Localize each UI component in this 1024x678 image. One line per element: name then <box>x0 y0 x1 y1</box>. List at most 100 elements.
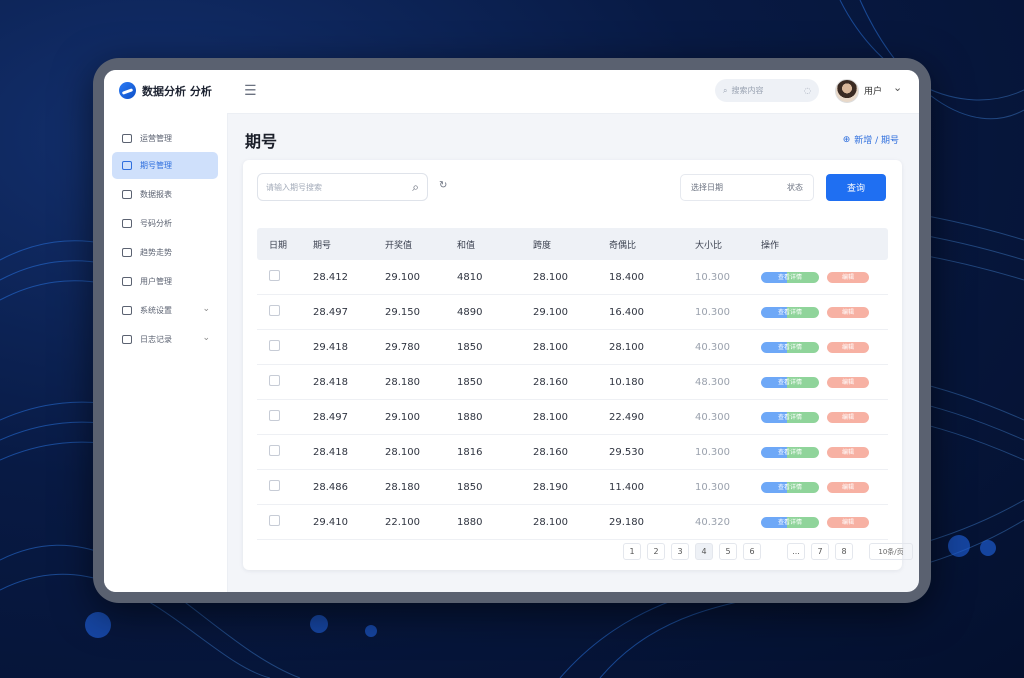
row-actions: 查看详情 编辑 <box>761 446 888 458</box>
app-logo[interactable]: 数据分析 分析 <box>119 82 212 99</box>
table-cell: 29.100 <box>385 271 420 283</box>
column-header[interactable]: 期号 <box>313 238 385 251</box>
add-issue-link[interactable]: ⊕ 新增 / 期号 <box>843 133 899 147</box>
query-button[interactable]: 查询 <box>826 174 886 201</box>
page-button[interactable]: 1 <box>623 543 641 560</box>
table-row[interactable]: 28.418 28.100 1816 28.160 29.530 10.300 查看详情 编辑 <box>257 435 888 470</box>
edit-tag[interactable]: 编辑 <box>827 481 869 493</box>
table-cell: 28.497 <box>313 306 348 318</box>
table-cell: 1880 <box>457 516 483 528</box>
status-filter[interactable]: 状态 <box>787 182 803 193</box>
add-issue-label: 新增 / 期号 <box>854 136 899 146</box>
edit-tag[interactable]: 编辑 <box>827 306 869 318</box>
row-checkbox[interactable] <box>269 340 280 351</box>
table-cell: 1850 <box>457 376 483 388</box>
table-cell: 29.100 <box>533 306 568 318</box>
sidebar-item-3[interactable]: 号码分析 <box>112 210 218 237</box>
table-cell: 1880 <box>457 411 483 423</box>
page-button-current[interactable]: 4 <box>695 543 713 560</box>
filter-select[interactable]: 选择日期 状态 <box>680 174 814 201</box>
table-header: 日期 期号 开奖值 和值 跨度 奇偶比 大小比 操作 <box>257 228 888 260</box>
table-row[interactable]: 28.486 28.180 1850 28.190 11.400 10.300 查看详情 编辑 <box>257 470 888 505</box>
edit-tag[interactable]: 编辑 <box>827 271 869 283</box>
sidebar-item-5[interactable]: 用户管理 <box>112 268 218 295</box>
view-details-tag[interactable]: 查看详情 <box>761 516 819 528</box>
global-search-input[interactable]: ⌕ 搜索内容 ◌ <box>715 79 819 102</box>
page-button[interactable]: 8 <box>835 543 853 560</box>
bell-icon[interactable]: ◌ <box>804 86 811 95</box>
table-row[interactable]: 29.418 29.780 1850 28.100 28.100 40.300 查看详情 编辑 <box>257 330 888 365</box>
edit-tag[interactable]: 编辑 <box>827 516 869 528</box>
row-checkbox[interactable] <box>269 515 280 526</box>
sidebar-item-1[interactable]: 期号管理 <box>112 152 218 179</box>
table-cell: 28.180 <box>385 376 420 388</box>
sidebar-item-label: 运营管理 <box>140 134 172 143</box>
page-button[interactable]: 6 <box>743 543 761 560</box>
table-row[interactable]: 29.410 22.100 1880 28.100 29.180 40.320 查看详情 编辑 <box>257 505 888 540</box>
view-details-tag[interactable]: 查看详情 <box>761 271 819 283</box>
chevron-down-icon: ⌄ <box>202 333 210 343</box>
table-cell: 11.400 <box>609 481 644 493</box>
date-filter[interactable]: 选择日期 <box>691 182 723 193</box>
sidebar-item-label: 数据报表 <box>140 190 172 199</box>
edit-tag[interactable]: 编辑 <box>827 446 869 458</box>
app-title: 数据分析 分析 <box>142 84 212 98</box>
table-cell: 10.300 <box>695 271 730 283</box>
refresh-icon[interactable]: ↻ <box>439 180 447 191</box>
sidebar-item-2[interactable]: 数据报表 <box>112 181 218 208</box>
column-header[interactable]: 和值 <box>457 238 533 251</box>
edit-tag[interactable]: 编辑 <box>827 376 869 388</box>
column-header[interactable]: 奇偶比 <box>609 238 695 251</box>
row-checkbox[interactable] <box>269 305 280 316</box>
view-details-tag[interactable]: 查看详情 <box>761 341 819 353</box>
issue-search-input[interactable]: 请输入期号搜索 ⌕ <box>257 173 428 201</box>
page-button[interactable]: 2 <box>647 543 665 560</box>
row-checkbox[interactable] <box>269 480 280 491</box>
page-button[interactable]: 5 <box>719 543 737 560</box>
view-details-tag[interactable]: 查看详情 <box>761 411 819 423</box>
page-button[interactable]: 3 <box>671 543 689 560</box>
view-details-tag[interactable]: 查看详情 <box>761 446 819 458</box>
column-header[interactable]: 开奖值 <box>385 238 457 251</box>
page-button[interactable]: 7 <box>811 543 829 560</box>
page-ellipsis[interactable]: ... <box>787 543 805 560</box>
sidebar-item-7[interactable]: 日志记录 ⌄ <box>112 326 218 353</box>
sidebar-item-4[interactable]: 趋势走势 <box>112 239 218 266</box>
edit-tag[interactable]: 编辑 <box>827 341 869 353</box>
sidebar-item-6[interactable]: 系统设置 ⌄ <box>112 297 218 324</box>
column-header[interactable]: 跨度 <box>533 238 609 251</box>
chevron-down-icon[interactable]: ⌄ <box>893 81 902 94</box>
table-row[interactable]: 28.497 29.150 4890 29.100 16.400 10.300 查看详情 编辑 <box>257 295 888 330</box>
table-row[interactable]: 28.412 29.100 4810 28.100 18.400 10.300 查看详情 编辑 <box>257 260 888 295</box>
table-row[interactable]: 28.497 29.100 1880 28.100 22.490 40.300 查看详情 编辑 <box>257 400 888 435</box>
avatar[interactable] <box>835 79 859 103</box>
table-cell: 28.486 <box>313 481 348 493</box>
page-size-select[interactable]: 10条/页 <box>869 543 913 560</box>
sidebar-item-0[interactable]: 运营管理 <box>112 125 218 152</box>
view-details-tag[interactable]: 查看详情 <box>761 481 819 493</box>
row-checkbox-cell <box>257 375 313 389</box>
row-checkbox[interactable] <box>269 410 280 421</box>
table-cell: 28.418 <box>313 376 348 388</box>
menu-toggle-icon[interactable]: ☰ <box>244 83 257 99</box>
table-cell: 28.100 <box>609 341 644 353</box>
column-header[interactable]: 大小比 <box>695 238 761 251</box>
row-checkbox[interactable] <box>269 445 280 456</box>
table-cell: 10.180 <box>609 376 644 388</box>
user-name[interactable]: 用户 <box>864 84 882 97</box>
row-checkbox[interactable] <box>269 375 280 386</box>
decor-dot <box>948 535 970 557</box>
edit-tag[interactable]: 编辑 <box>827 411 869 423</box>
row-checkbox[interactable] <box>269 270 280 281</box>
dashboard-icon <box>122 134 132 143</box>
search-icon[interactable]: ⌕ <box>412 180 419 195</box>
table-cell: 28.180 <box>385 481 420 493</box>
main-content: 期号 ⊕ 新增 / 期号 请输入期号搜索 ⌕ ↻ 选择日期 状态 查询 日期 期… <box>227 113 919 592</box>
table-row[interactable]: 28.418 28.180 1850 28.160 10.180 48.300 查看详情 编辑 <box>257 365 888 400</box>
sidebar-item-label: 日志记录 <box>140 335 172 344</box>
view-details-tag[interactable]: 查看详情 <box>761 376 819 388</box>
view-details-tag[interactable]: 查看详情 <box>761 306 819 318</box>
column-header[interactable]: 日期 <box>257 238 313 251</box>
table-cell: 10.300 <box>695 446 730 458</box>
report-icon <box>122 190 132 199</box>
